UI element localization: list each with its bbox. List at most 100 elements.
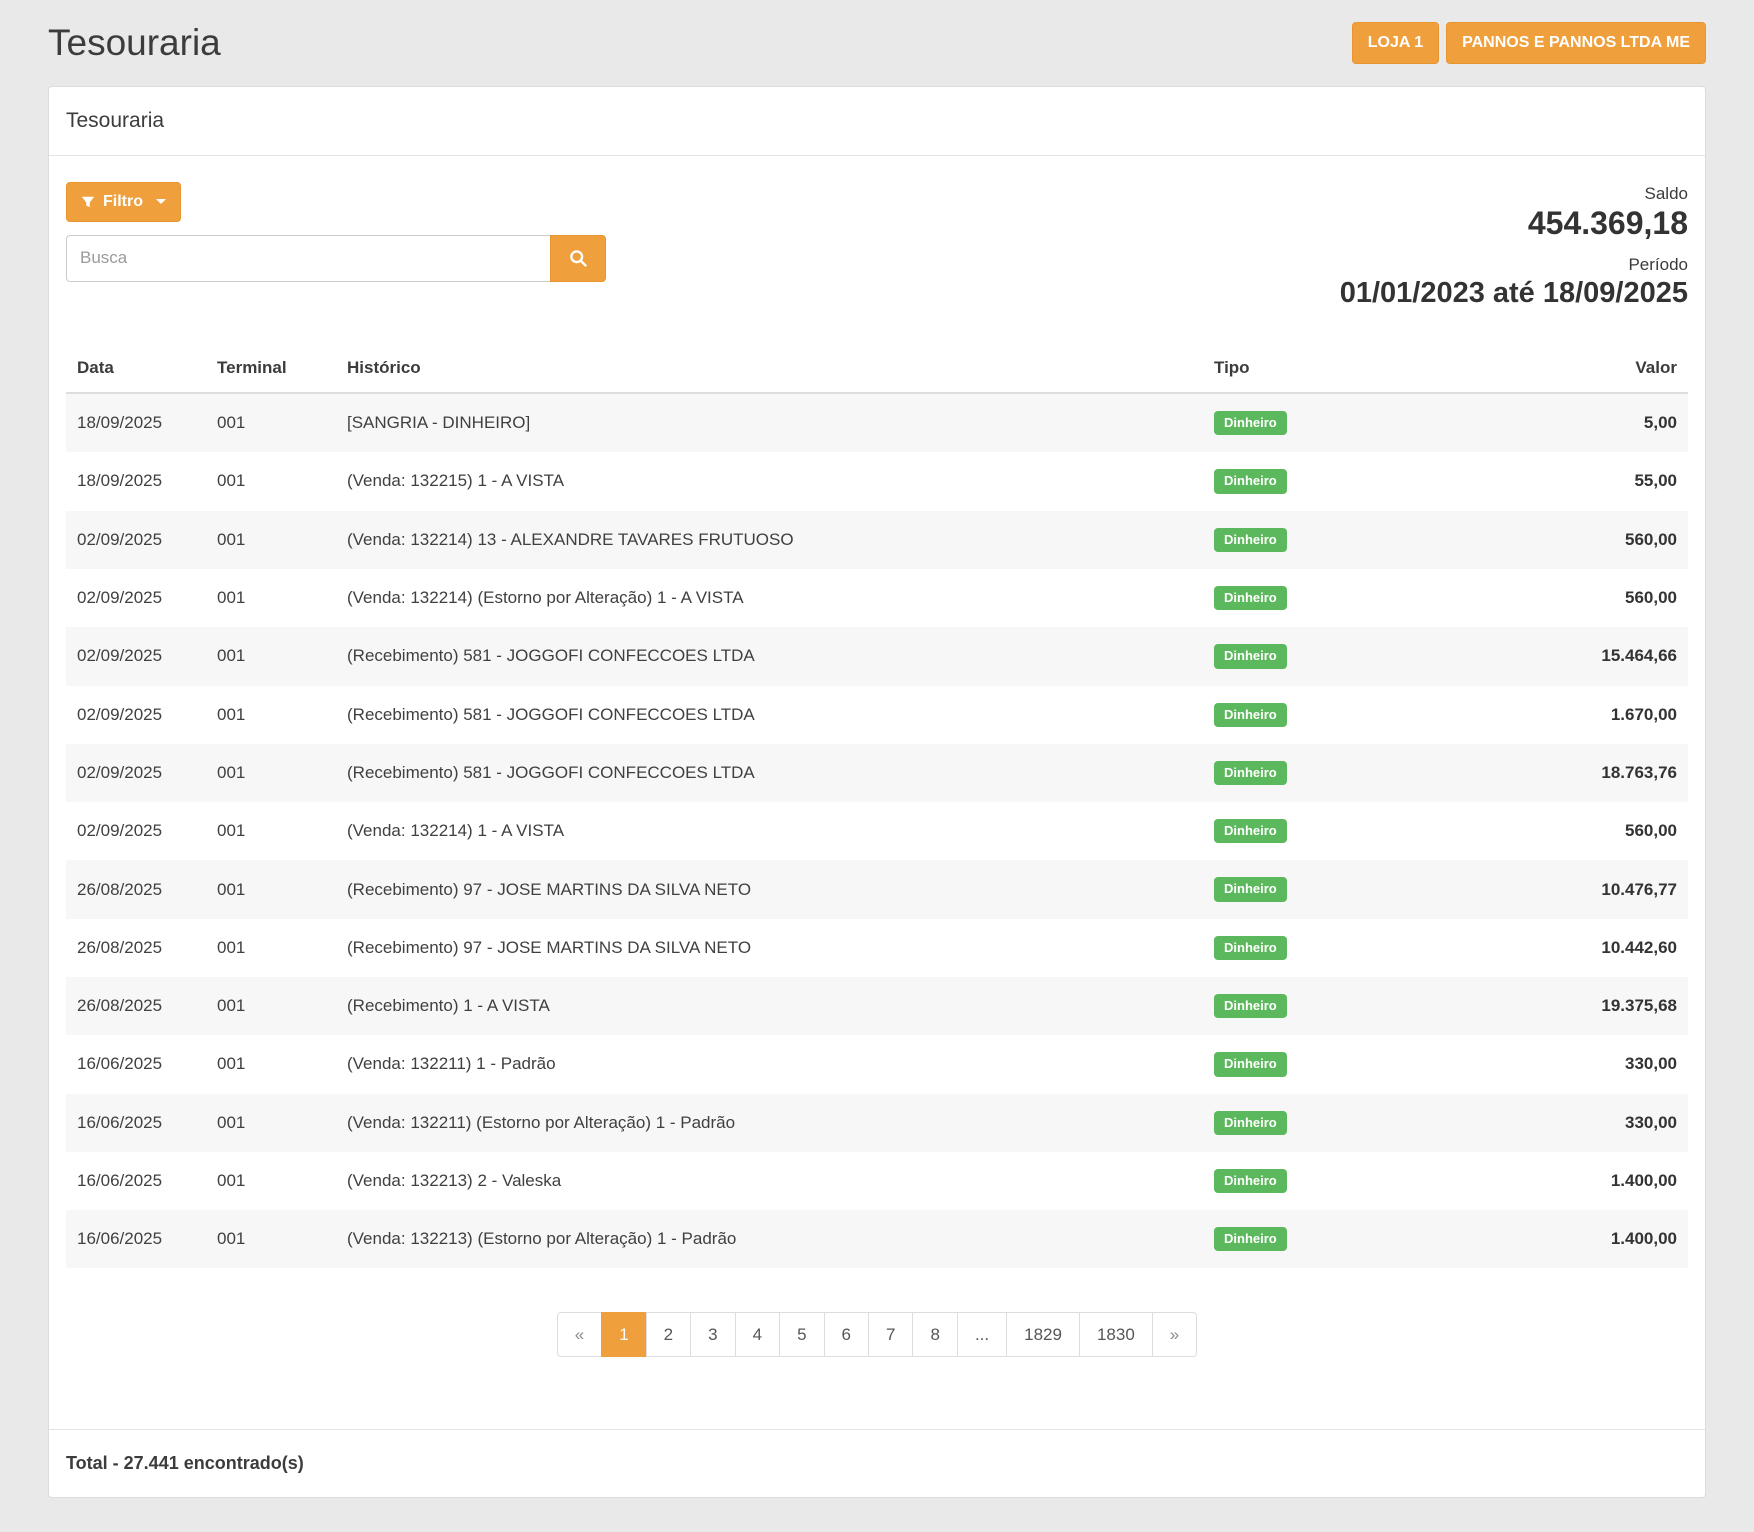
tipo-badge: Dinheiro <box>1214 528 1287 552</box>
tipo-badge: Dinheiro <box>1214 936 1287 960</box>
cell-terminal: 001 <box>206 1152 336 1210</box>
table-row: 26/08/2025001(Recebimento) 1 - A VISTADi… <box>66 977 1688 1035</box>
cell-historico: [SANGRIA - DINHEIRO] <box>336 393 1203 452</box>
tipo-badge: Dinheiro <box>1214 644 1287 668</box>
pagination-page-8[interactable]: 8 <box>912 1312 957 1357</box>
filter-button-label: Filtro <box>103 193 143 211</box>
cell-historico: (Venda: 132215) 1 - A VISTA <box>336 452 1203 510</box>
cell-data: 26/08/2025 <box>66 919 206 977</box>
cell-valor: 15.464,66 <box>1513 627 1688 685</box>
pagination-page-3[interactable]: 3 <box>690 1312 735 1357</box>
table-row: 02/09/2025001(Venda: 132214) 13 - ALEXAN… <box>66 511 1688 569</box>
tipo-badge: Dinheiro <box>1214 994 1287 1018</box>
company-button[interactable]: PANNOS E PANNOS LTDA ME <box>1446 22 1706 64</box>
table-row: 26/08/2025001(Recebimento) 97 - JOSE MAR… <box>66 919 1688 977</box>
cell-terminal: 001 <box>206 1210 336 1268</box>
cell-valor: 1.400,00 <box>1513 1210 1688 1268</box>
cell-terminal: 001 <box>206 569 336 627</box>
cell-data: 02/09/2025 <box>66 686 206 744</box>
column-header-valor: Valor <box>1513 344 1688 393</box>
pagination-page-1829[interactable]: 1829 <box>1006 1312 1080 1357</box>
chevron-down-icon <box>156 199 166 204</box>
table-row: 02/09/2025001(Recebimento) 581 - JOGGOFI… <box>66 686 1688 744</box>
cell-terminal: 001 <box>206 393 336 452</box>
column-header-historico: Histórico <box>336 344 1203 393</box>
cell-valor: 5,00 <box>1513 393 1688 452</box>
pagination-page-6[interactable]: 6 <box>824 1312 869 1357</box>
cell-tipo: Dinheiro <box>1203 569 1513 627</box>
pagination-prev[interactable]: « <box>557 1312 602 1357</box>
topbar: Tesouraria LOJA 1 PANNOS E PANNOS LTDA M… <box>48 22 1706 64</box>
cell-data: 16/06/2025 <box>66 1035 206 1093</box>
cell-historico: (Recebimento) 97 - JOSE MARTINS DA SILVA… <box>336 860 1203 918</box>
tipo-badge: Dinheiro <box>1214 761 1287 785</box>
column-header-terminal: Terminal <box>206 344 336 393</box>
cell-valor: 560,00 <box>1513 511 1688 569</box>
store-button[interactable]: LOJA 1 <box>1352 22 1439 64</box>
cell-valor: 330,00 <box>1513 1035 1688 1093</box>
topbar-actions: LOJA 1 PANNOS E PANNOS LTDA ME <box>1352 22 1706 64</box>
search-input[interactable] <box>66 235 550 282</box>
table-header-row: DataTerminalHistóricoTipoValor <box>66 344 1688 393</box>
cell-tipo: Dinheiro <box>1203 860 1513 918</box>
pagination-page-1[interactable]: 1 <box>601 1312 646 1357</box>
cell-valor: 19.375,68 <box>1513 977 1688 1035</box>
cell-tipo: Dinheiro <box>1203 627 1513 685</box>
cell-data: 02/09/2025 <box>66 627 206 685</box>
pagination-page-5[interactable]: 5 <box>779 1312 824 1357</box>
search-button[interactable] <box>550 235 606 282</box>
table-row: 18/09/2025001(Venda: 132215) 1 - A VISTA… <box>66 452 1688 510</box>
tipo-badge: Dinheiro <box>1214 1111 1287 1135</box>
table-row: 02/09/2025001(Recebimento) 581 - JOGGOFI… <box>66 627 1688 685</box>
cell-historico: (Venda: 132213) (Estorno por Alteração) … <box>336 1210 1203 1268</box>
cell-data: 18/09/2025 <box>66 452 206 510</box>
cell-tipo: Dinheiro <box>1203 1035 1513 1093</box>
cell-valor: 560,00 <box>1513 569 1688 627</box>
cell-tipo: Dinheiro <box>1203 1094 1513 1152</box>
cell-historico: (Recebimento) 97 - JOSE MARTINS DA SILVA… <box>336 919 1203 977</box>
table-row: 16/06/2025001(Venda: 132213) 2 - Valeska… <box>66 1152 1688 1210</box>
filter-button[interactable]: Filtro <box>66 182 181 222</box>
cell-data: 02/09/2025 <box>66 511 206 569</box>
cell-valor: 1.400,00 <box>1513 1152 1688 1210</box>
cell-terminal: 001 <box>206 511 336 569</box>
cell-data: 16/06/2025 <box>66 1152 206 1210</box>
cell-historico: (Venda: 132211) 1 - Padrão <box>336 1035 1203 1093</box>
cell-tipo: Dinheiro <box>1203 744 1513 802</box>
cell-tipo: Dinheiro <box>1203 511 1513 569</box>
pagination-page-4[interactable]: 4 <box>735 1312 780 1357</box>
cell-data: 26/08/2025 <box>66 977 206 1035</box>
card-body: Filtro <box>49 156 1705 1357</box>
saldo-label: Saldo <box>1340 184 1688 204</box>
cell-valor: 55,00 <box>1513 452 1688 510</box>
cell-historico: (Recebimento) 581 - JOGGOFI CONFECCOES L… <box>336 744 1203 802</box>
tipo-badge: Dinheiro <box>1214 1052 1287 1076</box>
table-row: 18/09/2025001[SANGRIA - DINHEIRO]Dinheir… <box>66 393 1688 452</box>
cell-valor: 330,00 <box>1513 1094 1688 1152</box>
pagination-page-1830[interactable]: 1830 <box>1079 1312 1153 1357</box>
cell-terminal: 001 <box>206 977 336 1035</box>
cell-historico: (Venda: 132214) (Estorno por Alteração) … <box>336 569 1203 627</box>
table-row: 26/08/2025001(Recebimento) 97 - JOSE MAR… <box>66 860 1688 918</box>
card-title: Tesouraria <box>49 87 1705 156</box>
column-header-tipo: Tipo <box>1203 344 1513 393</box>
pagination: «12345678...18291830» <box>66 1312 1688 1357</box>
periodo-label: Período <box>1340 255 1688 275</box>
cell-historico: (Venda: 132214) 1 - A VISTA <box>336 802 1203 860</box>
table-row: 16/06/2025001(Venda: 132213) (Estorno po… <box>66 1210 1688 1268</box>
cell-valor: 18.763,76 <box>1513 744 1688 802</box>
pagination-page-2[interactable]: 2 <box>646 1312 691 1357</box>
table-row: 02/09/2025001(Recebimento) 581 - JOGGOFI… <box>66 744 1688 802</box>
controls-left: Filtro <box>66 182 606 282</box>
tipo-badge: Dinheiro <box>1214 1169 1287 1193</box>
cell-tipo: Dinheiro <box>1203 686 1513 744</box>
total-count: Total - 27.441 encontrado(s) <box>66 1453 304 1473</box>
filter-icon <box>81 195 95 209</box>
pagination-page-7[interactable]: 7 <box>868 1312 913 1357</box>
cell-valor: 10.476,77 <box>1513 860 1688 918</box>
cell-tipo: Dinheiro <box>1203 452 1513 510</box>
cell-data: 02/09/2025 <box>66 569 206 627</box>
pagination-next[interactable]: » <box>1152 1312 1197 1357</box>
cell-historico: (Recebimento) 581 - JOGGOFI CONFECCOES L… <box>336 627 1203 685</box>
saldo-value: 454.369,18 <box>1340 207 1688 241</box>
